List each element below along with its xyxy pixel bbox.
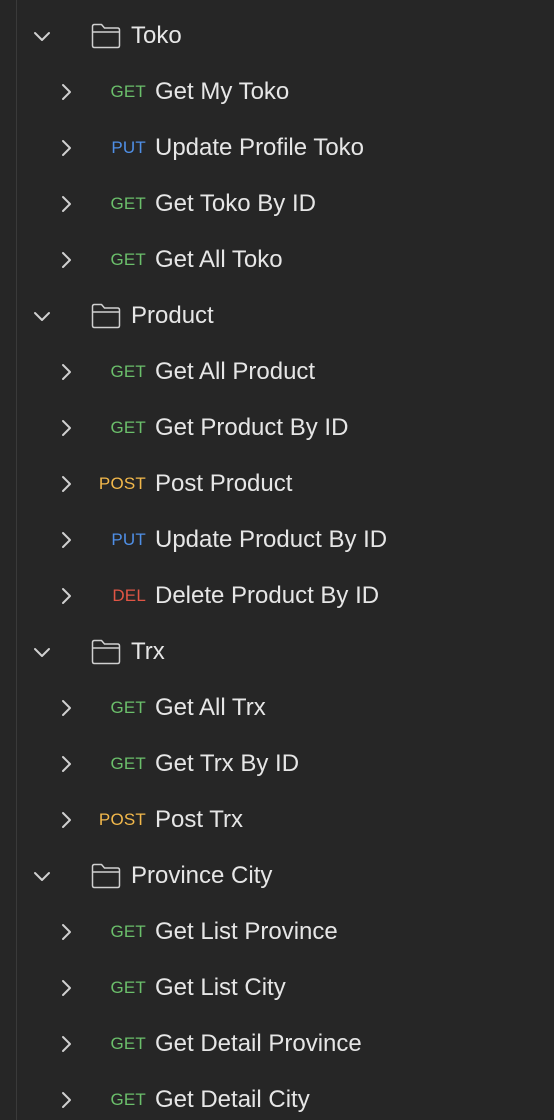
method-badge: GET: [110, 754, 146, 773]
method-badge: GET: [110, 418, 146, 437]
chevron-right-icon[interactable]: [56, 474, 76, 494]
request-item-get-toko-by-id[interactable]: GET Get Toko By ID: [0, 176, 554, 232]
request-item-get-all-trx[interactable]: GET Get All Trx: [0, 680, 554, 736]
request-name: Get All Trx: [155, 694, 266, 721]
chevron-right-icon[interactable]: [56, 1090, 76, 1110]
request-tree: Toko GET Get My Toko PUT Update Profile Toko…: [0, 8, 554, 1120]
request-name: Post Trx: [155, 806, 244, 833]
method-badge: PUT: [111, 530, 146, 549]
chevron-right-icon[interactable]: [56, 754, 76, 774]
request-item-get-list-city[interactable]: GET Get List City: [0, 960, 554, 1016]
folder-name: Toko: [131, 22, 182, 49]
request-item-get-all-product[interactable]: GET Get All Product: [0, 344, 554, 400]
chevron-right-icon[interactable]: [56, 250, 76, 270]
method-badge: GET: [110, 250, 146, 269]
chevron-right-icon[interactable]: [56, 530, 76, 550]
request-name: Get Trx By ID: [155, 750, 300, 777]
request-name: Get Detail City: [155, 1086, 310, 1113]
request-name: Update Profile Toko: [155, 134, 365, 161]
chevron-right-icon[interactable]: [56, 194, 76, 214]
folder-province-city[interactable]: Province City: [0, 848, 554, 904]
request-name: Get All Product: [155, 358, 316, 385]
chevron-down-icon[interactable]: [32, 306, 52, 326]
method-badge: GET: [110, 698, 146, 717]
method-badge: GET: [110, 194, 146, 213]
request-name: Get My Toko: [155, 78, 290, 105]
request-item-delete-product-by-id[interactable]: DEL Delete Product By ID: [0, 568, 554, 624]
chevron-right-icon[interactable]: [56, 418, 76, 438]
request-name: Update Product By ID: [155, 526, 388, 553]
method-badge: GET: [110, 978, 146, 997]
folder-name: Product: [131, 302, 214, 329]
method-badge: GET: [110, 362, 146, 381]
request-name: Get List Province: [155, 918, 338, 945]
folder-icon: [91, 303, 121, 329]
request-name: Post Product: [155, 470, 293, 497]
chevron-right-icon[interactable]: [56, 698, 76, 718]
chevron-right-icon[interactable]: [56, 922, 76, 942]
chevron-down-icon[interactable]: [32, 26, 52, 46]
chevron-right-icon[interactable]: [56, 138, 76, 158]
request-name: Get Detail Province: [155, 1030, 362, 1057]
folder-name: Province City: [131, 862, 273, 889]
folder-icon: [91, 863, 121, 889]
chevron-right-icon[interactable]: [56, 586, 76, 606]
request-item-get-product-by-id[interactable]: GET Get Product By ID: [0, 400, 554, 456]
method-badge: GET: [110, 1090, 146, 1109]
request-item-update-profile-toko[interactable]: PUT Update Profile Toko: [0, 120, 554, 176]
request-item-get-list-province[interactable]: GET Get List Province: [0, 904, 554, 960]
method-badge: POST: [98, 474, 146, 493]
method-badge: GET: [110, 922, 146, 941]
chevron-right-icon[interactable]: [56, 1034, 76, 1054]
chevron-right-icon[interactable]: [56, 82, 76, 102]
request-name: Get List City: [155, 974, 286, 1001]
request-item-get-my-toko[interactable]: GET Get My Toko: [0, 64, 554, 120]
request-item-post-product[interactable]: POST Post Product: [0, 456, 554, 512]
folder-icon: [91, 23, 121, 49]
chevron-down-icon[interactable]: [32, 642, 52, 662]
method-badge: GET: [110, 1034, 146, 1053]
chevron-right-icon[interactable]: [56, 978, 76, 998]
request-name: Get All Toko: [155, 246, 283, 273]
chevron-right-icon[interactable]: [56, 810, 76, 830]
folder-icon: [91, 639, 121, 665]
collection-sidebar: Toko GET Get My Toko PUT Update Profile Toko…: [0, 0, 554, 1120]
folder-product[interactable]: Product: [0, 288, 554, 344]
method-badge: POST: [98, 810, 146, 829]
request-item-get-trx-by-id[interactable]: GET Get Trx By ID: [0, 736, 554, 792]
request-item-update-product-by-id[interactable]: PUT Update Product By ID: [0, 512, 554, 568]
request-name: Delete Product By ID: [155, 582, 380, 609]
chevron-right-icon[interactable]: [56, 362, 76, 382]
request-name: Get Toko By ID: [155, 190, 316, 217]
request-item-get-all-toko[interactable]: GET Get All Toko: [0, 232, 554, 288]
folder-trx[interactable]: Trx: [0, 624, 554, 680]
method-badge: DEL: [112, 586, 146, 605]
method-badge: PUT: [111, 138, 146, 157]
method-badge: GET: [110, 82, 146, 101]
request-item-post-trx[interactable]: POST Post Trx: [0, 792, 554, 848]
folder-toko[interactable]: Toko: [0, 8, 554, 64]
request-item-get-detail-city[interactable]: GET Get Detail City: [0, 1072, 554, 1120]
folder-name: Trx: [131, 638, 165, 665]
request-name: Get Product By ID: [155, 414, 349, 441]
request-item-get-detail-province[interactable]: GET Get Detail Province: [0, 1016, 554, 1072]
chevron-down-icon[interactable]: [32, 866, 52, 886]
